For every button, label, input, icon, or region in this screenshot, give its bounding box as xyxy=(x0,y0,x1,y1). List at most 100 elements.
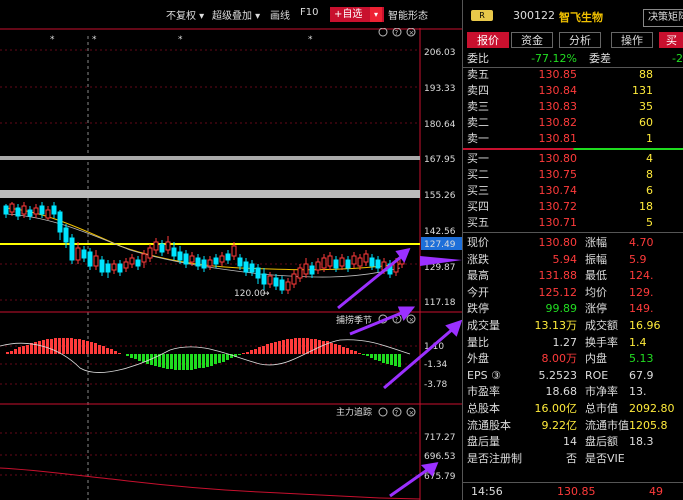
candle xyxy=(189,255,195,263)
histogram-bar xyxy=(22,346,25,354)
histogram-bar xyxy=(86,341,89,354)
stat-label: 成交额 xyxy=(585,319,618,332)
buy-row[interactable]: 买四 130.72 18 xyxy=(463,198,683,215)
close-icon[interactable]: × xyxy=(406,407,416,417)
histogram-bar xyxy=(394,354,397,366)
buy-row[interactable]: 买五 130.71 5 xyxy=(463,214,683,231)
histogram-bar xyxy=(6,352,9,354)
kline-chart[interactable]: * * * * ? × 206.03 193.33 180.64 167.95 … xyxy=(0,28,462,500)
indicator1-histogram xyxy=(0,338,411,373)
stat-label: 总市值 xyxy=(585,402,618,415)
histogram-bar xyxy=(278,341,281,354)
event-marker[interactable]: * xyxy=(308,35,313,45)
histogram-bar xyxy=(50,339,53,354)
settings-icon[interactable] xyxy=(378,407,388,417)
event-marker[interactable]: * xyxy=(178,35,183,45)
histogram-bar xyxy=(102,346,105,354)
draw-line-button[interactable]: 画线 xyxy=(270,7,290,22)
sell-price: 130.82 xyxy=(538,116,578,129)
candle xyxy=(33,207,39,215)
histogram-bar xyxy=(138,354,141,361)
stat-value: 16.00亿 xyxy=(534,402,578,415)
histogram-bar xyxy=(82,340,85,354)
histogram-bar xyxy=(114,351,117,354)
stat-value: 13. xyxy=(629,385,647,399)
candle xyxy=(273,277,279,287)
candle xyxy=(249,263,255,273)
stat-value: 5.13 xyxy=(629,352,654,366)
histogram-bar xyxy=(98,345,101,354)
indicator2-name[interactable]: 主力追踪 xyxy=(336,406,372,418)
histogram-bar xyxy=(266,344,269,354)
stat-row: 成交量 13.13万 成交额 16.96 xyxy=(463,317,683,334)
super-overlay-dropdown[interactable]: 超级叠加 ▾ xyxy=(212,7,260,22)
histogram-bar xyxy=(322,341,325,354)
candle xyxy=(141,253,147,263)
candle xyxy=(177,251,183,261)
histogram-bar xyxy=(286,339,289,354)
tab-operation[interactable]: 操作 xyxy=(611,32,653,48)
histogram-bar xyxy=(306,338,309,354)
smart-form-button[interactable]: 智能形态 xyxy=(388,7,428,22)
candle xyxy=(321,257,327,269)
histogram-bar xyxy=(166,354,169,369)
histogram-bar xyxy=(330,343,333,354)
decision-matrix-button[interactable]: 决策矩阵 xyxy=(643,9,683,27)
buy-row[interactable]: 买一 130.80 4 xyxy=(463,150,683,167)
tab-quote[interactable]: 报价 xyxy=(467,32,509,48)
sell-row[interactable]: 卖四 130.84 131 xyxy=(463,82,683,99)
add-watchlist-dropdown-icon[interactable]: ▾ xyxy=(370,7,382,22)
histogram-bar xyxy=(106,348,109,354)
histogram-bar xyxy=(206,354,209,367)
stat-value: 1205.8 xyxy=(629,418,668,432)
histogram-bar xyxy=(374,354,377,360)
stat-value: 13.13万 xyxy=(534,319,578,332)
stat-value: 125.12 xyxy=(538,285,578,299)
tab-buy[interactable]: 买 xyxy=(659,32,683,48)
close-icon[interactable]: × xyxy=(406,314,416,324)
histogram-bar xyxy=(170,354,173,369)
event-marker[interactable]: * xyxy=(92,35,97,45)
sell-row[interactable]: 卖五 130.85 88 xyxy=(463,66,683,83)
histogram-bar xyxy=(174,354,177,370)
buy-row[interactable]: 买二 130.75 8 xyxy=(463,166,683,183)
close-icon[interactable]: × xyxy=(406,28,416,37)
buy-label: 买四 xyxy=(467,200,489,213)
sell-row[interactable]: 卖一 130.81 1 xyxy=(463,130,683,147)
stat-row: 流通股本 9.22亿 流通市值 1205.8 xyxy=(463,417,683,434)
histogram-bar xyxy=(154,354,157,366)
help-icon[interactable]: ? xyxy=(392,28,402,37)
no-adjust-dropdown[interactable]: 不复权 ▾ xyxy=(166,7,204,22)
tab-funds[interactable]: 资金 xyxy=(511,32,553,48)
indicator1-name[interactable]: 捕捞季节 xyxy=(336,314,372,326)
histogram-bar xyxy=(78,339,81,354)
buy-price: 130.80 xyxy=(538,152,578,165)
histogram-bar xyxy=(190,354,193,370)
histogram-bar xyxy=(282,340,285,354)
candle xyxy=(111,263,117,271)
candle xyxy=(39,205,45,215)
f10-button[interactable]: F10 xyxy=(300,7,318,18)
event-marker[interactable]: * xyxy=(50,35,55,45)
stat-row: 总股本 16.00亿 总市值 2092.80 xyxy=(463,400,683,417)
histogram-bar xyxy=(10,351,13,354)
sell-row[interactable]: 卖三 130.83 35 xyxy=(463,98,683,115)
stat-label: 均价 xyxy=(585,285,607,299)
weibi-value: -77.12% xyxy=(531,52,577,65)
candle xyxy=(159,243,165,253)
low-annotation-arrow: → xyxy=(262,289,270,299)
histogram-bar xyxy=(58,338,61,354)
stat-label: ROE xyxy=(585,368,609,382)
buy-row[interactable]: 买三 130.74 6 xyxy=(463,182,683,199)
sell-price: 130.85 xyxy=(538,68,578,81)
help-icon[interactable]: ? xyxy=(392,407,402,417)
histogram-bar xyxy=(110,349,113,354)
svg-text:142.56: 142.56 xyxy=(424,227,456,237)
sell-row[interactable]: 卖二 130.82 60 xyxy=(463,114,683,131)
stat-value: 2092.80 xyxy=(629,402,675,415)
tab-analysis[interactable]: 分析 xyxy=(559,32,601,48)
histogram-bar xyxy=(66,338,69,354)
histogram-bar xyxy=(362,354,365,355)
stat-value: 9.22亿 xyxy=(541,418,578,432)
buy-volume: 5 xyxy=(646,216,653,229)
